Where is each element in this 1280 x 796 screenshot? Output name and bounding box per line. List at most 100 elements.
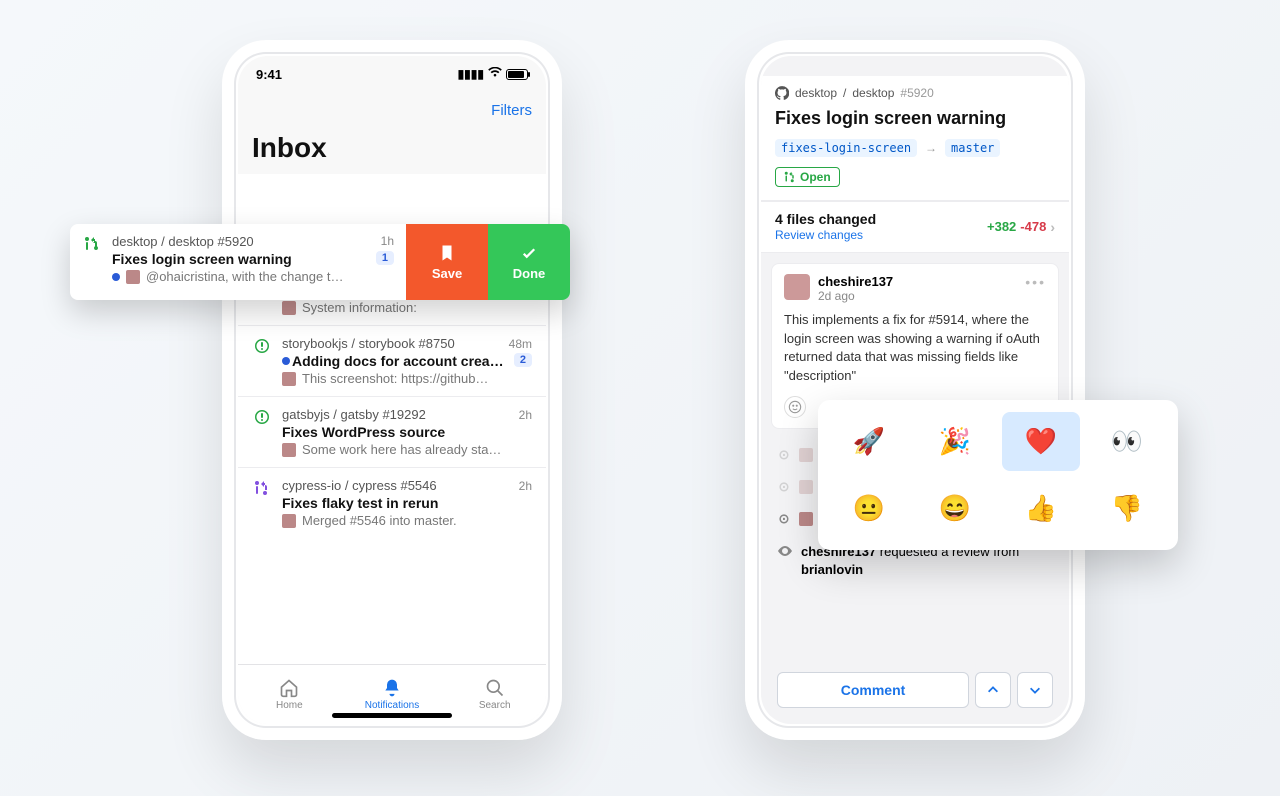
avatar xyxy=(282,372,296,386)
swipe-done-button[interactable]: Done xyxy=(488,224,570,300)
avatar xyxy=(126,270,140,284)
avatar xyxy=(282,443,296,457)
crumb-repo: desktop xyxy=(852,86,894,100)
author-name[interactable]: cheshire137 xyxy=(818,274,893,289)
additions: +382 xyxy=(987,219,1016,234)
repo-label: storybookjs / storybook #8750 xyxy=(282,336,455,351)
count-badge: 2 xyxy=(514,353,532,367)
avatar xyxy=(282,514,296,528)
tab-search[interactable]: Search xyxy=(443,665,546,724)
state-text: Open xyxy=(800,170,831,184)
github-icon xyxy=(775,86,789,100)
avatar xyxy=(799,480,813,494)
chevron-down-icon xyxy=(1028,683,1042,697)
commit-dot-icon: ⊙ xyxy=(777,447,791,463)
done-label: Done xyxy=(513,266,546,281)
tab-home-label: Home xyxy=(276,700,303,711)
battery-icon xyxy=(506,69,528,80)
more-button[interactable]: ••• xyxy=(1025,274,1046,290)
reaction-picker[interactable]: 🚀🎉❤️👀 😐😄👍👎 xyxy=(818,400,1178,550)
status-bar: 9:41 ▮▮▮▮ xyxy=(238,56,546,92)
avatar xyxy=(282,301,296,315)
posted-time: 2d ago xyxy=(818,289,893,303)
repo-label: cypress-io / cypress #5546 xyxy=(282,478,437,493)
comment-toolbar: Comment xyxy=(769,664,1061,716)
avatar[interactable] xyxy=(784,274,810,300)
notification-title: Adding docs for account creation xyxy=(292,353,508,369)
reaction-tada[interactable]: 🎉 xyxy=(916,412,994,471)
cellular-icon: ▮▮▮▮ xyxy=(458,67,484,81)
swiped-title: Fixes login screen warning xyxy=(112,251,292,267)
pull-request-icon xyxy=(784,171,796,183)
swiped-preview: @ohaicristina, with the change t… xyxy=(146,269,343,284)
unread-dot xyxy=(112,273,120,281)
notification-row[interactable]: storybookjs / storybook #8750 48m Adding… xyxy=(238,325,546,396)
reaction-heart[interactable]: ❤️ xyxy=(1002,412,1080,471)
swiped-repo: desktop / desktop #5920 xyxy=(112,234,254,249)
crumb-number: #5920 xyxy=(900,86,933,100)
check-icon xyxy=(520,244,538,262)
tab-notifications-label: Notifications xyxy=(365,700,419,711)
bookmark-icon xyxy=(438,244,456,262)
tab-search-label: Search xyxy=(479,700,511,711)
deletions: -478 xyxy=(1020,219,1046,234)
page-title: Inbox xyxy=(252,132,532,164)
files-changed-label: 4 files changed xyxy=(775,210,876,228)
commit-dot-icon: ⊙ xyxy=(777,511,791,527)
preview-text: System information: xyxy=(302,300,417,315)
swipe-save-button[interactable]: Save xyxy=(406,224,488,300)
branch-to[interactable]: master xyxy=(945,139,1000,157)
preview-text: This screenshot: https://github… xyxy=(302,371,488,386)
pr-title: Fixes login screen warning xyxy=(775,108,1055,129)
filters-button[interactable]: Filters xyxy=(491,102,532,119)
notification-title: Fixes WordPress source xyxy=(282,424,532,440)
repo-label: gatsbyjs / gatsby #19292 xyxy=(282,407,426,422)
notification-row[interactable]: cypress-io / cypress #5546 2h Fixes flak… xyxy=(238,467,546,538)
home-indicator[interactable] xyxy=(332,713,452,718)
phone-pr-detail: desktop / desktop #5920 Fixes login scre… xyxy=(745,40,1085,740)
files-changed-row[interactable]: 4 files changed Review changes +382 -478… xyxy=(761,201,1069,253)
prm-icon xyxy=(252,478,272,528)
reaction-neutral[interactable]: 😐 xyxy=(830,479,908,538)
arrow-icon: → xyxy=(925,141,937,155)
smiley-icon xyxy=(788,400,802,414)
reaction-grin[interactable]: 😄 xyxy=(916,479,994,538)
tab-home[interactable]: Home xyxy=(238,665,341,724)
pr-state-badge: Open xyxy=(775,167,840,187)
reaction-thumbs-down[interactable]: 👎 xyxy=(1088,479,1166,538)
prev-button[interactable] xyxy=(975,672,1011,708)
swiped-time: 1h xyxy=(381,234,394,249)
next-button[interactable] xyxy=(1017,672,1053,708)
reaction-eyes[interactable]: 👀 xyxy=(1088,412,1166,471)
preview-text: Merged #5546 into master. xyxy=(302,513,457,528)
comment-label: Comment xyxy=(841,682,906,698)
notification-title: Fixes flaky test in rerun xyxy=(282,495,532,511)
unread-dot xyxy=(282,357,290,365)
issue-icon xyxy=(252,407,272,457)
commit-dot-icon: ⊙ xyxy=(777,479,791,495)
notification-row[interactable]: gatsbyjs / gatsby #19292 2h Fixes WordPr… xyxy=(238,396,546,467)
issue-icon xyxy=(252,336,272,386)
wifi-icon xyxy=(488,67,502,81)
time-label: 48m xyxy=(509,337,532,351)
crumb-owner: desktop xyxy=(795,86,837,100)
eye-icon xyxy=(777,543,793,562)
swiped-notification-card[interactable]: desktop / desktop #5920 1h Fixes login s… xyxy=(70,224,570,300)
avatar xyxy=(799,448,813,462)
swiped-badge: 1 xyxy=(376,251,394,265)
avatar xyxy=(799,512,813,526)
comment-button[interactable]: Comment xyxy=(777,672,969,708)
branch-from[interactable]: fixes-login-screen xyxy=(775,139,917,157)
pull-request-icon xyxy=(84,236,100,252)
status-time: 9:41 xyxy=(256,67,282,82)
add-reaction-button[interactable] xyxy=(784,396,806,418)
breadcrumb[interactable]: desktop / desktop #5920 xyxy=(775,86,1055,100)
reaction-thumbs-up[interactable]: 👍 xyxy=(1002,479,1080,538)
time-label: 2h xyxy=(519,479,532,493)
review-changes-link[interactable]: Review changes xyxy=(775,228,876,244)
phone-inbox: 9:41 ▮▮▮▮ Filters Inbox tensorflow / ten… xyxy=(222,40,562,740)
reaction-rocket[interactable]: 🚀 xyxy=(830,412,908,471)
review-target[interactable]: brianlovin xyxy=(801,562,863,577)
chevron-up-icon xyxy=(986,683,1000,697)
description-body: This implements a fix for #5914, where t… xyxy=(784,311,1046,386)
